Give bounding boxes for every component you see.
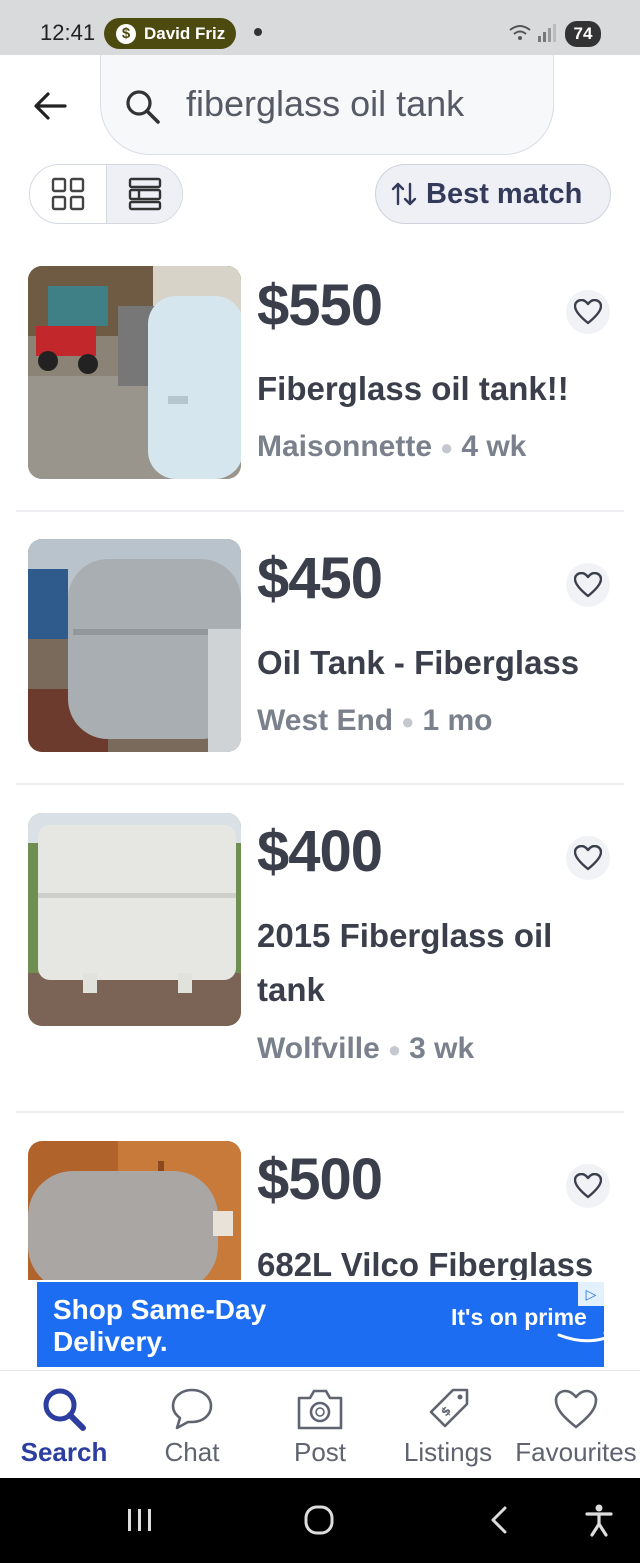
listing-card[interactable]: $500 682L Vilco Fiberglass — [0, 0, 640, 1280]
nav-favourites[interactable]: Favourites — [512, 1371, 640, 1479]
recent-apps-button[interactable] — [115, 1498, 165, 1542]
recent-apps-icon — [128, 1509, 151, 1531]
favourite-button[interactable] — [566, 1164, 610, 1208]
svg-text:$: $ — [438, 1403, 454, 1419]
smile-arrow-icon — [557, 1332, 604, 1343]
nav-label: Post — [293, 1437, 347, 1467]
listing-photo — [28, 1141, 241, 1280]
camera-icon — [297, 1389, 343, 1430]
nav-search[interactable]: Search — [0, 1371, 128, 1479]
system-nav-bar — [0, 1478, 640, 1563]
listing-price: $500 — [257, 1147, 383, 1212]
ad-choices-icon[interactable]: ▷ — [578, 1282, 604, 1306]
ad-banner[interactable]: Shop Same-Day Delivery. It's on prime ▷ — [37, 1282, 604, 1367]
heart-icon — [574, 1173, 602, 1199]
chat-bubble-icon — [171, 1388, 213, 1430]
nav-label: Listings — [403, 1437, 493, 1467]
price-tag-icon: $ — [429, 1388, 469, 1428]
home-button[interactable] — [294, 1498, 344, 1542]
nav-chat[interactable]: Chat — [128, 1371, 256, 1479]
ad-tagline: It's on prime — [451, 1304, 587, 1330]
home-circle-icon — [304, 1505, 334, 1535]
bottom-nav: Search Chat Post $ Listings Favourites — [0, 1370, 640, 1478]
nav-label: Favourites — [515, 1437, 637, 1467]
nav-listings[interactable]: $ Listings — [384, 1371, 512, 1479]
search-icon — [43, 1388, 86, 1431]
system-back-button[interactable] — [474, 1498, 524, 1542]
ad-headline: Shop Same-Day Delivery. — [53, 1294, 267, 1357]
nav-label: Chat — [164, 1437, 220, 1467]
accessibility-button[interactable] — [574, 1498, 624, 1542]
nav-label: Search — [20, 1437, 108, 1467]
listing-title: 682L Vilco Fiberglass — [257, 1246, 594, 1280]
accessibility-icon — [585, 1504, 613, 1537]
nav-post[interactable]: Post — [256, 1371, 384, 1479]
chevron-left-icon — [491, 1506, 507, 1534]
heart-icon — [554, 1389, 598, 1429]
